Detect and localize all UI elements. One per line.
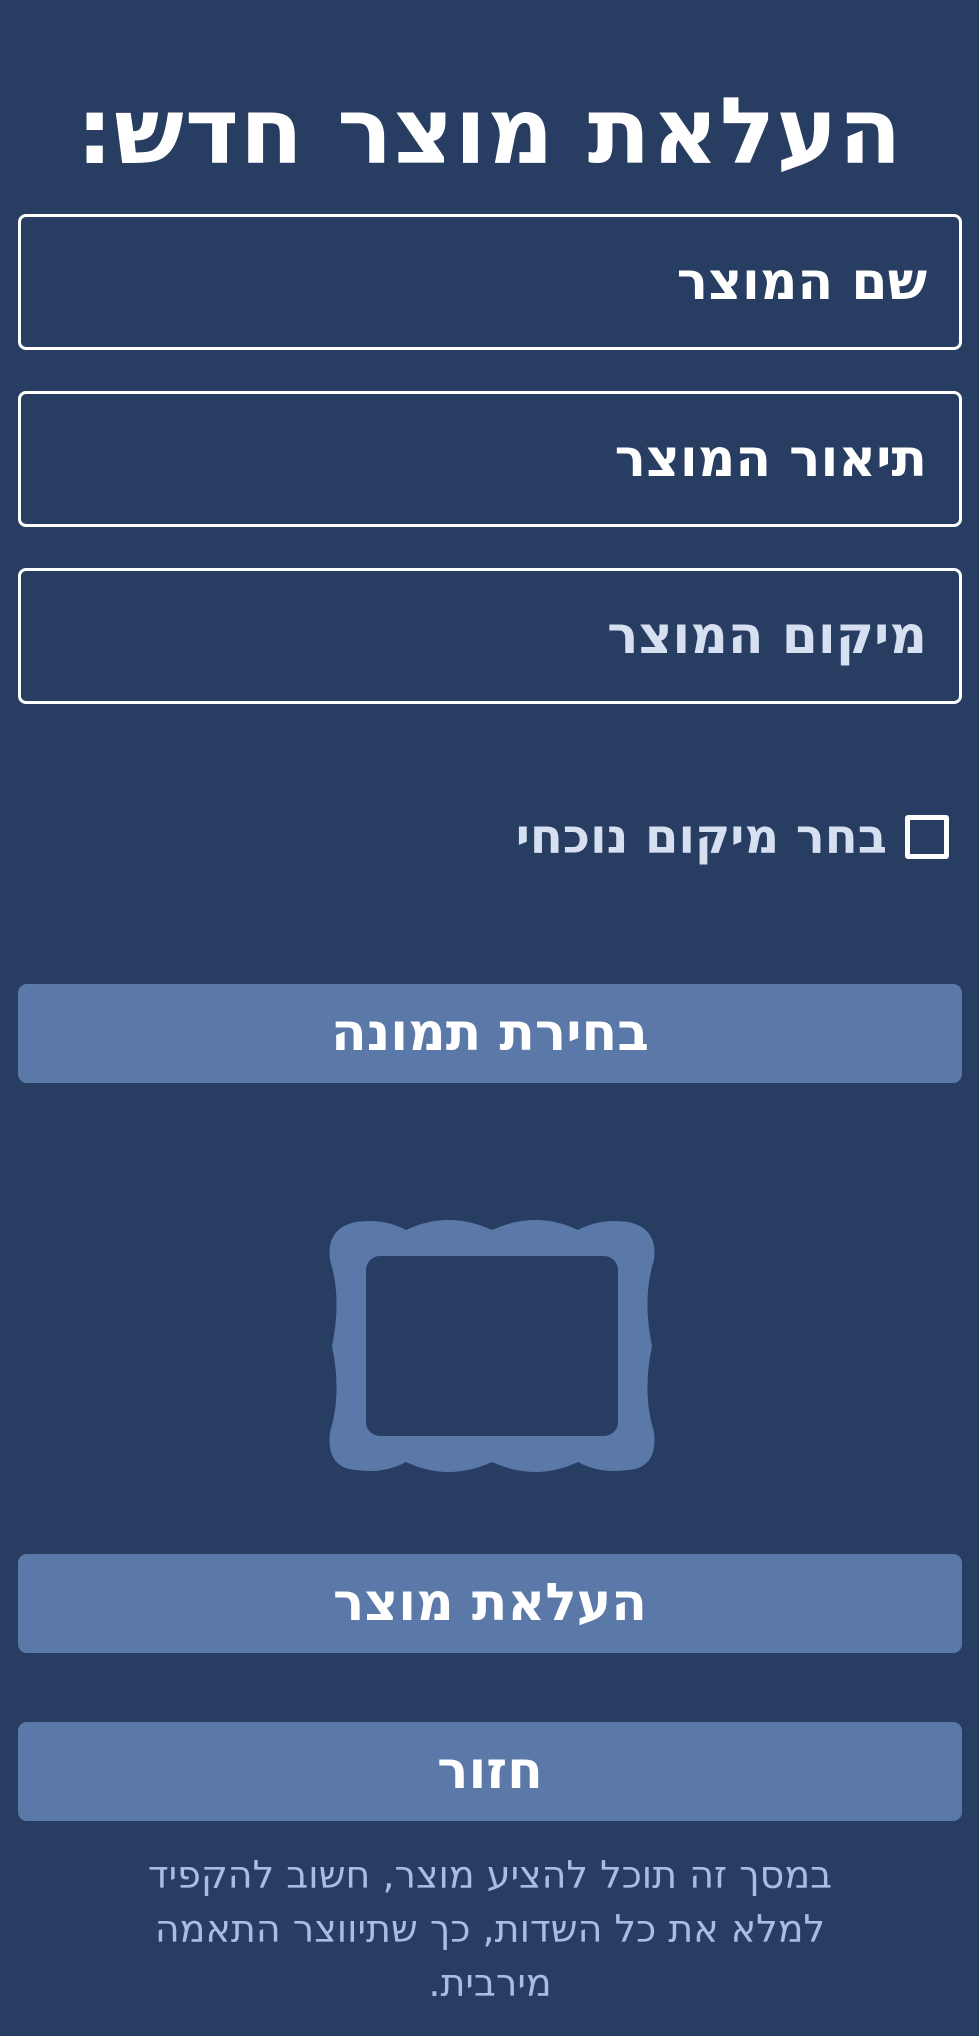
current-location-option[interactable]: בחר מיקום נוכחי <box>516 805 949 869</box>
instructions-note: במסך זה תוכל להציע מוצר, חשוב להקפיד למל… <box>147 1853 833 2005</box>
pick-image-button[interactable]: בחירת תמונה <box>18 984 962 1083</box>
page-title: העלאת מוצר חדש: <box>76 78 903 185</box>
current-location-checkbox[interactable] <box>905 815 949 859</box>
image-frame-icon <box>329 1220 655 1472</box>
product-location-field[interactable] <box>18 568 962 704</box>
product-name-field[interactable] <box>18 214 962 350</box>
upload-product-button[interactable]: העלאת מוצר <box>18 1554 962 1653</box>
product-description-field[interactable] <box>18 391 962 527</box>
current-location-label: בחר מיקום נוכחי <box>515 809 887 865</box>
back-button[interactable]: חזור <box>18 1722 962 1821</box>
